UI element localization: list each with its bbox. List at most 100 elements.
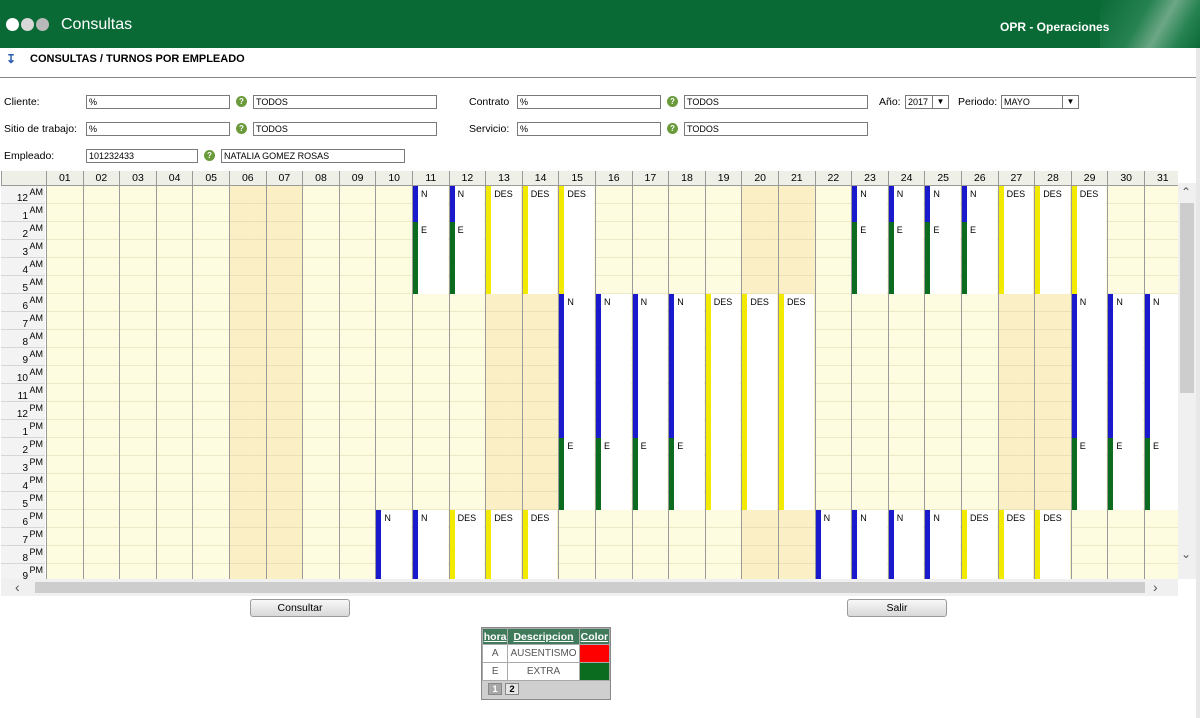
sitio-name-input[interactable]: TODOS (253, 122, 437, 136)
shift-block[interactable]: N (376, 510, 411, 579)
legend-header-hora[interactable]: hora (481, 628, 509, 645)
legend-header-color[interactable]: Color (578, 628, 611, 645)
shift-block[interactable]: E (559, 438, 594, 510)
cliente-code-input[interactable]: % (86, 95, 230, 109)
shift-block[interactable]: N (559, 294, 594, 438)
empleado-name-input[interactable]: NATALIA GOMEZ ROSAS (221, 149, 405, 163)
shift-block[interactable]: N (632, 294, 668, 438)
shift-block[interactable]: N (413, 510, 448, 579)
consultar-button[interactable]: Consultar (250, 599, 350, 617)
shift-block[interactable]: N (962, 186, 997, 222)
shift-block[interactable]: N (925, 186, 960, 222)
servicio-name-input[interactable]: TODOS (684, 122, 868, 136)
horizontal-scroll-thumb[interactable] (35, 582, 1145, 593)
shift-block[interactable]: DES (486, 510, 521, 579)
shift-block[interactable]: N (1108, 294, 1143, 438)
shift-grid[interactable]: 01 02 03 04 05 06 07 08 09 10 11 12 13 14 15 16 17 18 19 20… (1, 171, 1178, 579)
vertical-scrollbar[interactable]: ⌃ ⌄ (1178, 183, 1196, 579)
chevron-left-icon[interactable]: ‹ (15, 579, 20, 595)
help-icon[interactable]: ? (667, 96, 678, 107)
servicio-code-input[interactable]: % (517, 122, 661, 136)
shift-block[interactable]: E (888, 222, 924, 294)
help-icon[interactable]: ? (204, 150, 215, 161)
shift-block[interactable]: E (1108, 438, 1143, 510)
legend-pager: 1 2 (482, 681, 610, 699)
shift-block[interactable]: N (925, 510, 960, 579)
shift-block[interactable]: N (596, 294, 631, 438)
day-column[interactable] (302, 186, 339, 579)
day-column[interactable] (155, 186, 193, 579)
window-controls[interactable] (6, 18, 51, 34)
salir-button[interactable]: Salir (847, 599, 947, 617)
cliente-name-input[interactable]: TODOS (253, 95, 437, 109)
chevron-down-icon[interactable]: ▼ (1062, 96, 1078, 108)
shift-block[interactable]: N (413, 186, 448, 222)
day-column[interactable] (46, 186, 83, 579)
sitio-code-input[interactable]: % (86, 122, 230, 136)
shift-block[interactable]: DES (742, 294, 777, 510)
shift-block[interactable]: DES (998, 510, 1034, 579)
shift-block[interactable]: N (888, 186, 924, 222)
shift-block[interactable]: N (852, 186, 887, 222)
chevron-down-icon[interactable]: ⌄ (1181, 547, 1191, 561)
day-column[interactable] (82, 186, 120, 579)
help-icon[interactable]: ? (236, 123, 247, 134)
empleado-code-input[interactable]: 101232433 (86, 149, 198, 163)
chevron-down-icon[interactable]: ▼ (932, 96, 948, 108)
hour-label: 2 PM (1, 438, 45, 456)
periodo-select[interactable]: MAYO ▼ (1001, 95, 1079, 109)
shift-block[interactable]: DES (1035, 510, 1070, 579)
day-column[interactable] (229, 186, 266, 579)
shift-block[interactable]: E (669, 438, 704, 510)
day-column[interactable] (192, 186, 229, 579)
shift-block[interactable]: DES (962, 510, 997, 579)
chevron-up-icon[interactable]: ⌃ (1181, 185, 1191, 199)
shift-block[interactable]: N (852, 510, 887, 579)
page-2-button[interactable]: 2 (505, 683, 520, 695)
shift-block[interactable]: DES (486, 186, 521, 294)
window-dot-icon[interactable] (6, 18, 19, 31)
shift-block[interactable]: E (413, 222, 448, 294)
shift-block[interactable]: DES (1071, 186, 1107, 294)
contrato-code-input[interactable]: % (517, 95, 661, 109)
anio-select[interactable]: 2017 ▼ (905, 95, 949, 109)
window-dot-icon[interactable] (36, 18, 49, 31)
shift-block[interactable]: N (669, 294, 704, 438)
shift-block[interactable]: DES (705, 294, 741, 510)
help-icon[interactable]: ? (236, 96, 247, 107)
day-column[interactable] (338, 186, 376, 579)
day-column[interactable] (119, 186, 156, 579)
shift-block[interactable]: E (852, 222, 887, 294)
shift-block[interactable]: N (449, 186, 485, 222)
shift-block[interactable]: DES (449, 510, 485, 579)
shift-block[interactable]: E (925, 222, 960, 294)
day-column[interactable] (265, 186, 303, 579)
grid-body[interactable]: 12 AM 1 AM 2 AM 3 AM 4 AM 5 AM 6 AM 7 AM 8 AM 9 AM 10 AM 11 AM 1… (1, 186, 1178, 579)
shift-block[interactable]: DES (998, 186, 1034, 294)
shift-block[interactable]: DES (559, 186, 594, 294)
shift-block[interactable]: DES (779, 294, 814, 510)
shift-block[interactable]: E (449, 222, 485, 294)
shift-block[interactable]: E (632, 438, 668, 510)
window-dot-icon[interactable] (21, 18, 34, 31)
shift-block[interactable]: E (1071, 438, 1107, 510)
chevron-right-icon[interactable]: › (1153, 579, 1158, 595)
shift-block[interactable]: E (1145, 438, 1178, 510)
shift-block[interactable]: N (888, 510, 924, 579)
help-icon[interactable]: ? (667, 123, 678, 134)
shift-block[interactable]: DES (522, 510, 558, 579)
shift-block[interactable]: DES (1035, 186, 1070, 294)
shift-block[interactable]: DES (522, 186, 558, 294)
shift-block[interactable]: N (815, 510, 851, 579)
shift-block[interactable]: E (596, 438, 631, 510)
shift-block[interactable]: E (962, 222, 997, 294)
shift-code: DES (713, 297, 733, 307)
contrato-label: Contrato (469, 96, 510, 108)
vertical-scroll-thumb[interactable] (1180, 203, 1194, 393)
contrato-name-input[interactable]: TODOS (684, 95, 868, 109)
horizontal-scrollbar[interactable]: ‹ › (1, 579, 1178, 596)
shift-block[interactable]: N (1145, 294, 1178, 438)
shift-block[interactable]: N (1071, 294, 1107, 438)
page-1-button[interactable]: 1 (488, 683, 502, 695)
legend-header-descripcion[interactable]: Descripcion (507, 628, 580, 645)
